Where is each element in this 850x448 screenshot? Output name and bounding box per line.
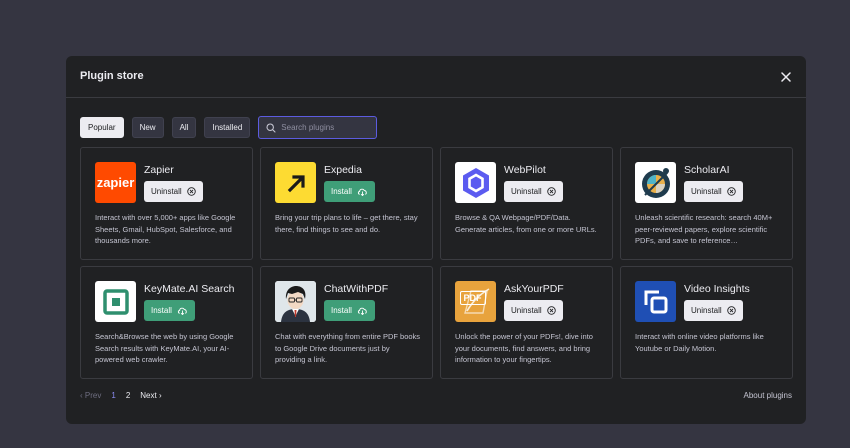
plugin-name: ScholarAI [684,164,730,176]
video-insights-logo [635,281,676,322]
remove-circle-icon [726,187,736,196]
button-label: Install [151,306,172,315]
plugin-card-scholarai[interactable]: ScholarAI Uninstall Unleash scientific r… [620,147,793,260]
about-plugins-link[interactable]: About plugins [744,391,792,400]
plugin-card-askyourpdf[interactable]: PDF AskYourPDF Uninstall Unlock the powe… [440,266,613,379]
keymate-square-icon [102,288,129,315]
plugin-description: Browse & QA Webpage/PDF/Data. Generate a… [455,213,597,234]
button-label: Uninstall [511,187,542,196]
uninstall-button[interactable]: Uninstall [684,181,743,202]
filter-installed[interactable]: Installed [204,117,251,138]
cloud-download-icon [357,188,367,196]
chatwithpdf-logo [275,281,316,322]
close-button[interactable] [778,69,794,85]
keymate-logo [95,281,136,322]
chevron-right-icon: › [158,391,162,400]
plugin-name: Zapier [144,164,174,176]
webpilot-hexagon-icon [462,167,489,198]
search-input[interactable] [281,123,372,132]
plugin-name: Expedia [324,164,362,176]
close-icon [781,72,791,82]
askyourpdf-logo-text: PDF [459,290,486,305]
expedia-logo [275,162,316,203]
expedia-arrow-icon [287,174,305,192]
uninstall-button[interactable]: Uninstall [504,181,563,202]
search-box[interactable] [258,116,378,139]
prev-page-button[interactable]: ‹ Prev [80,391,101,400]
plugin-card-chatwithpdf[interactable]: ChatWithPDF Install Chat with everything… [260,266,433,379]
button-label: Uninstall [511,306,542,315]
filter-bar: Popular New All Installed [80,116,378,139]
prev-label: Prev [84,391,102,400]
plugin-name: KeyMate.AI Search [144,283,235,295]
plugin-card-webpilot[interactable]: WebPilot Uninstall Browse & QA Webpage/P… [440,147,613,260]
search-icon [266,122,276,133]
plugin-grid: zapier Zapier Uninstall Interact with ov… [80,147,793,379]
remove-circle-icon [546,187,556,196]
askyourpdf-logo: PDF [455,281,496,322]
chevron-left-icon: ‹ [80,391,83,400]
button-label: Install [331,187,352,196]
chatwithpdf-avatar-icon [275,281,316,322]
remove-circle-icon [546,306,556,315]
plugin-description: Search&Browse the web by using Google Se… [95,332,234,364]
plugin-description: Chat with everything from entire PDF boo… [275,332,421,364]
plugin-name: Video Insights [684,283,750,295]
plugin-card-expedia[interactable]: Expedia Install Bring your trip plans to… [260,147,433,260]
page-2-button[interactable]: 2 [126,391,130,400]
cloud-download-icon [357,307,367,315]
button-label: Uninstall [691,306,722,315]
plugin-description: Interact with online video platforms lik… [635,332,764,353]
button-label: Install [331,306,352,315]
modal-title: Plugin store [80,70,144,82]
plugin-store-modal: Plugin store Popular New All Installed z… [66,56,806,424]
filter-popular[interactable]: Popular [80,117,124,138]
plugin-card-keymate[interactable]: KeyMate.AI Search Install Search&Browse … [80,266,253,379]
zapier-logo: zapier [95,162,136,203]
uninstall-button[interactable]: Uninstall [684,300,743,321]
filter-all[interactable]: All [171,117,197,138]
plugin-card-zapier[interactable]: zapier Zapier Uninstall Interact with ov… [80,147,253,260]
plugin-description: Bring your trip plans to life – get ther… [275,213,418,234]
remove-circle-icon [726,306,736,315]
button-label: Uninstall [151,187,182,196]
cloud-download-icon [177,307,187,315]
install-button[interactable]: Install [144,300,195,321]
uninstall-button[interactable]: Uninstall [144,181,203,202]
plugin-name: WebPilot [504,164,546,176]
plugin-card-video-insights[interactable]: Video Insights Uninstall Interact with o… [620,266,793,379]
page-1-button[interactable]: 1 [111,391,115,400]
install-button[interactable]: Install [324,181,375,202]
plugin-description: Interact with over 5,000+ apps like Goog… [95,213,236,245]
modal-header: Plugin store [66,56,806,98]
webpilot-logo [455,162,496,203]
button-label: Uninstall [691,187,722,196]
video-insights-frames-icon [644,290,667,313]
plugin-description: Unleash scientific research: search 40M+… [635,213,773,245]
install-button[interactable]: Install [324,300,375,321]
uninstall-button[interactable]: Uninstall [504,300,563,321]
plugin-description: Unlock the power of your PDFs!, dive int… [455,332,593,364]
remove-circle-icon [186,187,196,196]
next-label: Next [140,391,157,400]
plugin-name: ChatWithPDF [324,283,389,295]
scholarai-orbit-icon [641,167,670,198]
plugin-name: AskYourPDF [504,283,564,295]
zapier-logo-text: zapier [96,175,135,190]
pagination: ‹ Prev 1 2 Next › [80,391,162,400]
filter-new[interactable]: New [131,117,164,138]
scholarai-logo [635,162,676,203]
next-page-button[interactable]: Next › [140,391,161,400]
